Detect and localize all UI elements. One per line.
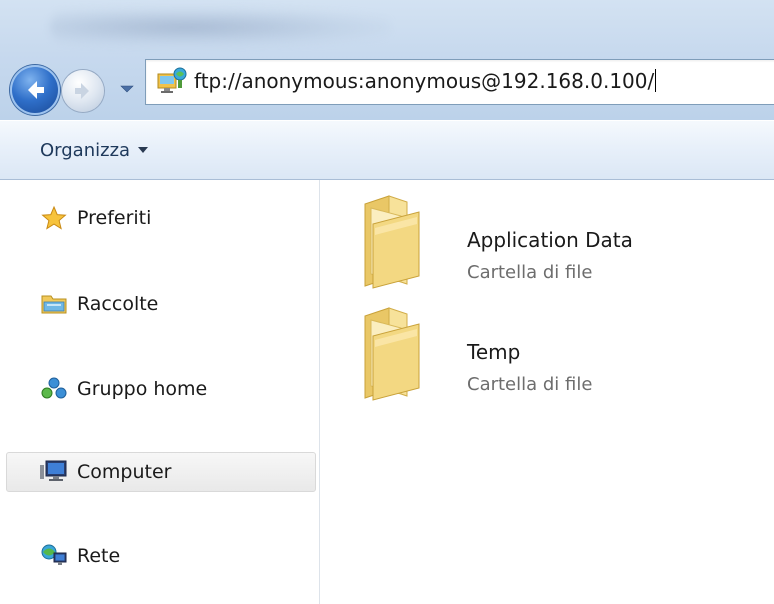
nav-item-label: Gruppo home — [77, 378, 208, 400]
back-arrow-icon — [28, 81, 44, 99]
nav-item-label: Computer — [77, 461, 172, 483]
content-pane: Application Data Cartella di file Temp C… — [321, 180, 774, 604]
title-bar-blur — [50, 8, 390, 46]
network-icon — [39, 541, 69, 571]
nav-item-label: Preferiti — [77, 207, 152, 229]
recent-pages-button[interactable] — [118, 80, 136, 98]
file-type: Cartella di file — [467, 262, 593, 283]
address-bar[interactable]: ftp://anonymous:anonymous@192.168.0.100/ — [145, 59, 774, 105]
nav-item-network[interactable]: Rete — [6, 536, 316, 576]
ftp-location-icon — [156, 66, 188, 96]
command-bar: Organizza — [0, 120, 774, 180]
folder-icon — [361, 306, 425, 402]
explorer-window: ftp://anonymous:anonymous@192.168.0.100/… — [0, 0, 774, 604]
folder-icon — [361, 194, 425, 290]
libraries-icon — [39, 289, 69, 319]
address-text[interactable]: ftp://anonymous:anonymous@192.168.0.100/ — [194, 69, 657, 93]
nav-item-computer[interactable]: Computer — [6, 452, 316, 492]
forward-arrow-icon — [75, 83, 89, 99]
file-name: Temp — [467, 340, 521, 364]
dropdown-arrow-icon — [138, 147, 149, 153]
file-name: Application Data — [467, 228, 633, 252]
nav-item-favorites[interactable]: Preferiti — [6, 198, 316, 238]
organize-button[interactable]: Organizza — [40, 135, 149, 165]
computer-icon — [39, 457, 69, 487]
chevron-down-icon — [120, 85, 134, 93]
back-button[interactable] — [10, 65, 60, 115]
forward-button[interactable] — [62, 70, 104, 112]
list-item[interactable]: Temp Cartella di file — [361, 306, 761, 402]
star-icon — [39, 203, 69, 233]
title-bar: ftp://anonymous:anonymous@192.168.0.100/ — [0, 0, 774, 120]
nav-item-label: Raccolte — [77, 293, 159, 315]
file-type: Cartella di file — [467, 374, 593, 395]
homegroup-icon — [39, 374, 69, 404]
nav-item-libraries[interactable]: Raccolte — [6, 284, 316, 324]
navigation-pane: Preferiti Raccolte Gruppo home Computer … — [0, 180, 320, 604]
list-item[interactable]: Application Data Cartella di file — [361, 194, 761, 290]
nav-item-label: Rete — [77, 545, 121, 567]
organize-label: Organizza — [40, 139, 131, 161]
nav-item-homegroup[interactable]: Gruppo home — [6, 369, 316, 409]
